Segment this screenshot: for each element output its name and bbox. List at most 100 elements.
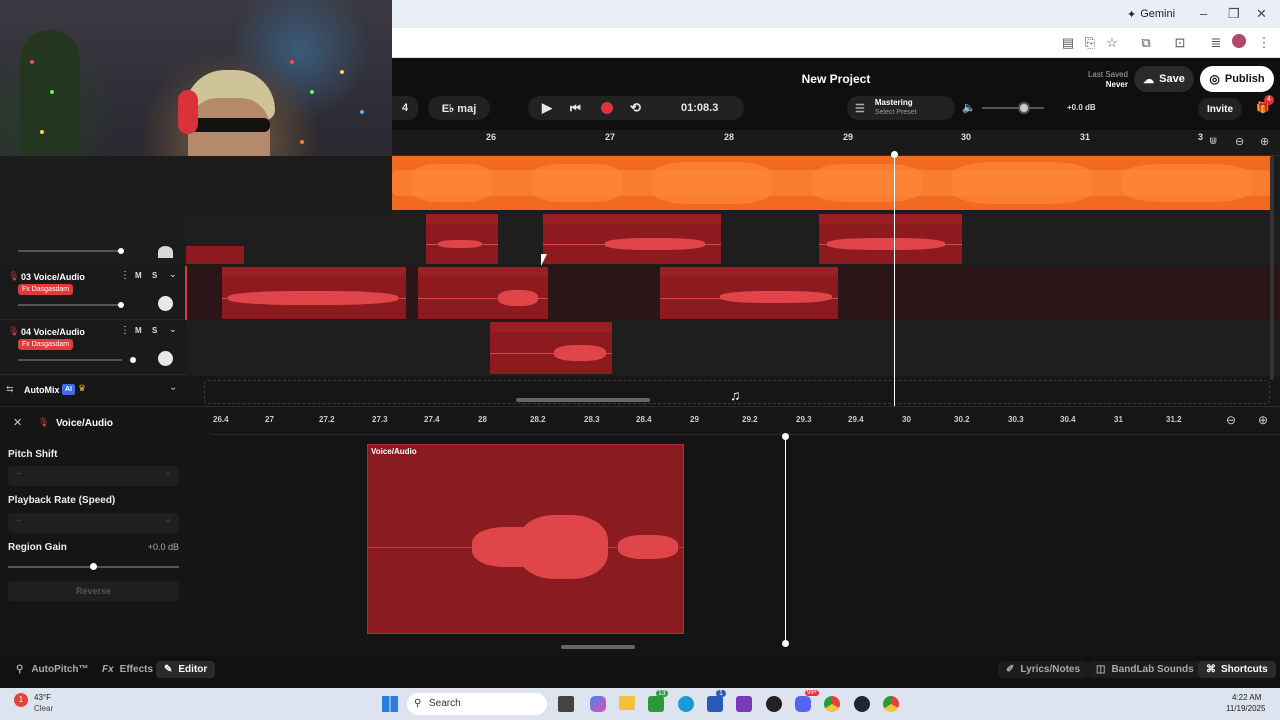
publish-button[interactable]: ◎ Publish: [1200, 66, 1274, 92]
lyrics-notes-tab[interactable]: ✐ Lyrics/Notes: [998, 661, 1089, 678]
pitch-shift-stepper[interactable]: − +: [8, 466, 179, 486]
audio-clip[interactable]: Voice/Audio: [426, 214, 498, 264]
chevron-down-icon[interactable]: ⌄: [169, 324, 177, 335]
editor-audio-clip[interactable]: Voice/Audio: [367, 444, 684, 634]
magnet-icon[interactable]: ⋓: [1209, 136, 1217, 147]
volume-fader[interactable]: [18, 302, 124, 308]
time-signature[interactable]: 4: [392, 96, 418, 120]
region-gain-slider[interactable]: [8, 563, 179, 570]
zoom-out-icon[interactable]: ⊖: [1235, 135, 1244, 148]
speaker-icon[interactable]: 🔈: [962, 101, 976, 114]
add-music-icon[interactable]: ♫: [730, 387, 741, 403]
fx-badge[interactable]: Fx Dasgasdam: [18, 284, 74, 295]
mute-button[interactable]: M: [135, 326, 142, 335]
audio-clip[interactable]: Voice/Audio: [660, 267, 838, 319]
minimize-icon[interactable]: –: [1200, 6, 1207, 21]
playhead-handle[interactable]: [891, 151, 898, 158]
xbox-icon[interactable]: [648, 696, 664, 712]
mastering-selector[interactable]: ☰ Mastering Select Preset: [847, 96, 955, 120]
takes-clip[interactable]: ☆ Takes Voice/Audio: [418, 267, 548, 319]
cast-icon[interactable]: ⎘: [1082, 35, 1098, 51]
editor-scrollbar[interactable]: [561, 645, 635, 649]
app-icon[interactable]: [766, 696, 782, 712]
weather-temp[interactable]: 43°F: [34, 693, 51, 702]
solo-button[interactable]: S: [152, 271, 157, 280]
track-2-clip-fragment[interactable]: [186, 246, 244, 264]
track-header-04[interactable]: 🎙 04 Voice/Audio Fx Dasgasdam ⋮ M S ⌄: [0, 321, 186, 375]
file-explorer-icon[interactable]: [619, 696, 635, 710]
discord-icon[interactable]: [795, 696, 811, 712]
minus-icon[interactable]: −: [16, 516, 22, 527]
timeline-ruler[interactable]: 26 27 28 29 30 31 3 ⋓ ⊖ ⊕: [392, 130, 1280, 156]
track-2-pan-knob[interactable]: [158, 246, 173, 258]
chrome-icon[interactable]: [824, 696, 840, 712]
master-track-clip[interactable]: [392, 156, 1272, 210]
gemini-button[interactable]: ✦ Gemini: [1121, 5, 1181, 23]
playback-rate-stepper[interactable]: − +: [8, 513, 179, 533]
store-icon[interactable]: [707, 696, 723, 712]
loop-icon[interactable]: ⟲: [630, 100, 641, 116]
record-icon[interactable]: [601, 102, 613, 114]
playhead[interactable]: [894, 154, 895, 406]
more-icon[interactable]: ⋮: [120, 270, 130, 281]
plus-icon[interactable]: +: [165, 469, 171, 480]
app-icon[interactable]: [736, 696, 752, 712]
app-icon[interactable]: [558, 696, 574, 712]
bookmark-star-icon[interactable]: ☆: [1104, 35, 1120, 51]
zoom-in-icon[interactable]: ⊕: [1260, 135, 1269, 148]
close-window-icon[interactable]: ✕: [1256, 6, 1267, 22]
plus-icon[interactable]: +: [165, 516, 171, 527]
track-header-03[interactable]: 🎙 03 Voice/Audio Fx Dasgasdam ⋮ M S ⌄: [0, 266, 186, 320]
volume-knob[interactable]: [1018, 102, 1030, 114]
chevron-down-icon[interactable]: ⌄: [169, 382, 177, 393]
steam-icon[interactable]: [854, 696, 870, 712]
play-icon[interactable]: ▶: [542, 100, 552, 116]
bandlab-sounds-tab[interactable]: ◫ BandLab Sounds: [1088, 661, 1202, 678]
automix-row[interactable]: ⇆ AutoMix AI ♛ ⌄: [0, 380, 186, 402]
autopitch-tab[interactable]: ⚲ AutoPitch™: [16, 664, 89, 675]
zoom-in-icon[interactable]: ⊕: [1258, 413, 1268, 427]
key-selector[interactable]: E♭ maj: [428, 96, 490, 120]
pan-knob[interactable]: [158, 296, 173, 311]
editor-playhead[interactable]: [785, 436, 786, 644]
mute-button[interactable]: M: [135, 271, 142, 280]
effects-tab[interactable]: Fx Effects: [102, 664, 153, 675]
profile-avatar[interactable]: [1232, 34, 1246, 48]
solo-button[interactable]: S: [152, 326, 157, 335]
reading-list-icon[interactable]: ▤: [1060, 35, 1076, 51]
region-gain-knob[interactable]: [90, 563, 97, 570]
fx-badge[interactable]: Fx Dasgasdam: [18, 339, 74, 350]
minus-icon[interactable]: −: [16, 469, 22, 480]
save-button[interactable]: ☁ Save: [1134, 66, 1194, 92]
shortcuts-tab[interactable]: ⌘ Shortcuts: [1198, 661, 1276, 678]
audio-clip[interactable]: Voice/Audio: [490, 322, 612, 374]
more-menu-icon[interactable]: ⋮: [1256, 35, 1272, 51]
windows-start-icon[interactable]: [382, 696, 398, 712]
weather-icon[interactable]: 1: [14, 693, 28, 707]
close-icon[interactable]: ✕: [13, 416, 22, 429]
horizontal-scrollbar[interactable]: [516, 398, 650, 402]
tab-search-icon[interactable]: ⊡: [1172, 35, 1188, 51]
chevron-down-icon[interactable]: ⌄: [169, 269, 177, 280]
takes-clip[interactable]: ☆ Takes Voice/Audio: [222, 267, 406, 319]
pan-knob[interactable]: [158, 351, 173, 366]
zoom-out-icon[interactable]: ⊖: [1226, 413, 1236, 427]
editor-playhead-handle[interactable]: [782, 640, 789, 647]
track-2-fader[interactable]: [18, 248, 124, 254]
clock-date[interactable]: 11/19/2025: [1226, 704, 1265, 713]
clock-time[interactable]: 4:22 AM: [1232, 693, 1261, 702]
reverse-button[interactable]: Reverse: [8, 581, 179, 601]
edge-icon[interactable]: [678, 696, 694, 712]
restore-icon[interactable]: ❐: [1228, 6, 1240, 22]
editor-ruler[interactable]: 26.4 27 27.2 27.3 27.4 28 28.2 28.3 28.4…: [210, 407, 1280, 435]
track-lane-04[interactable]: [186, 321, 1280, 375]
editor-tab[interactable]: ✎ Editor: [156, 661, 216, 678]
extensions-icon[interactable]: ⧉: [1138, 35, 1154, 51]
chrome-icon[interactable]: [883, 696, 899, 712]
copilot-icon[interactable]: [590, 696, 606, 712]
invite-button[interactable]: Invite: [1198, 98, 1242, 120]
skip-back-icon[interactable]: ⏮: [570, 101, 581, 116]
audio-clip[interactable]: Voice/Audio: [543, 214, 721, 264]
volume-fader[interactable]: [18, 357, 136, 363]
tracks-scrollbar[interactable]: [1270, 156, 1274, 380]
